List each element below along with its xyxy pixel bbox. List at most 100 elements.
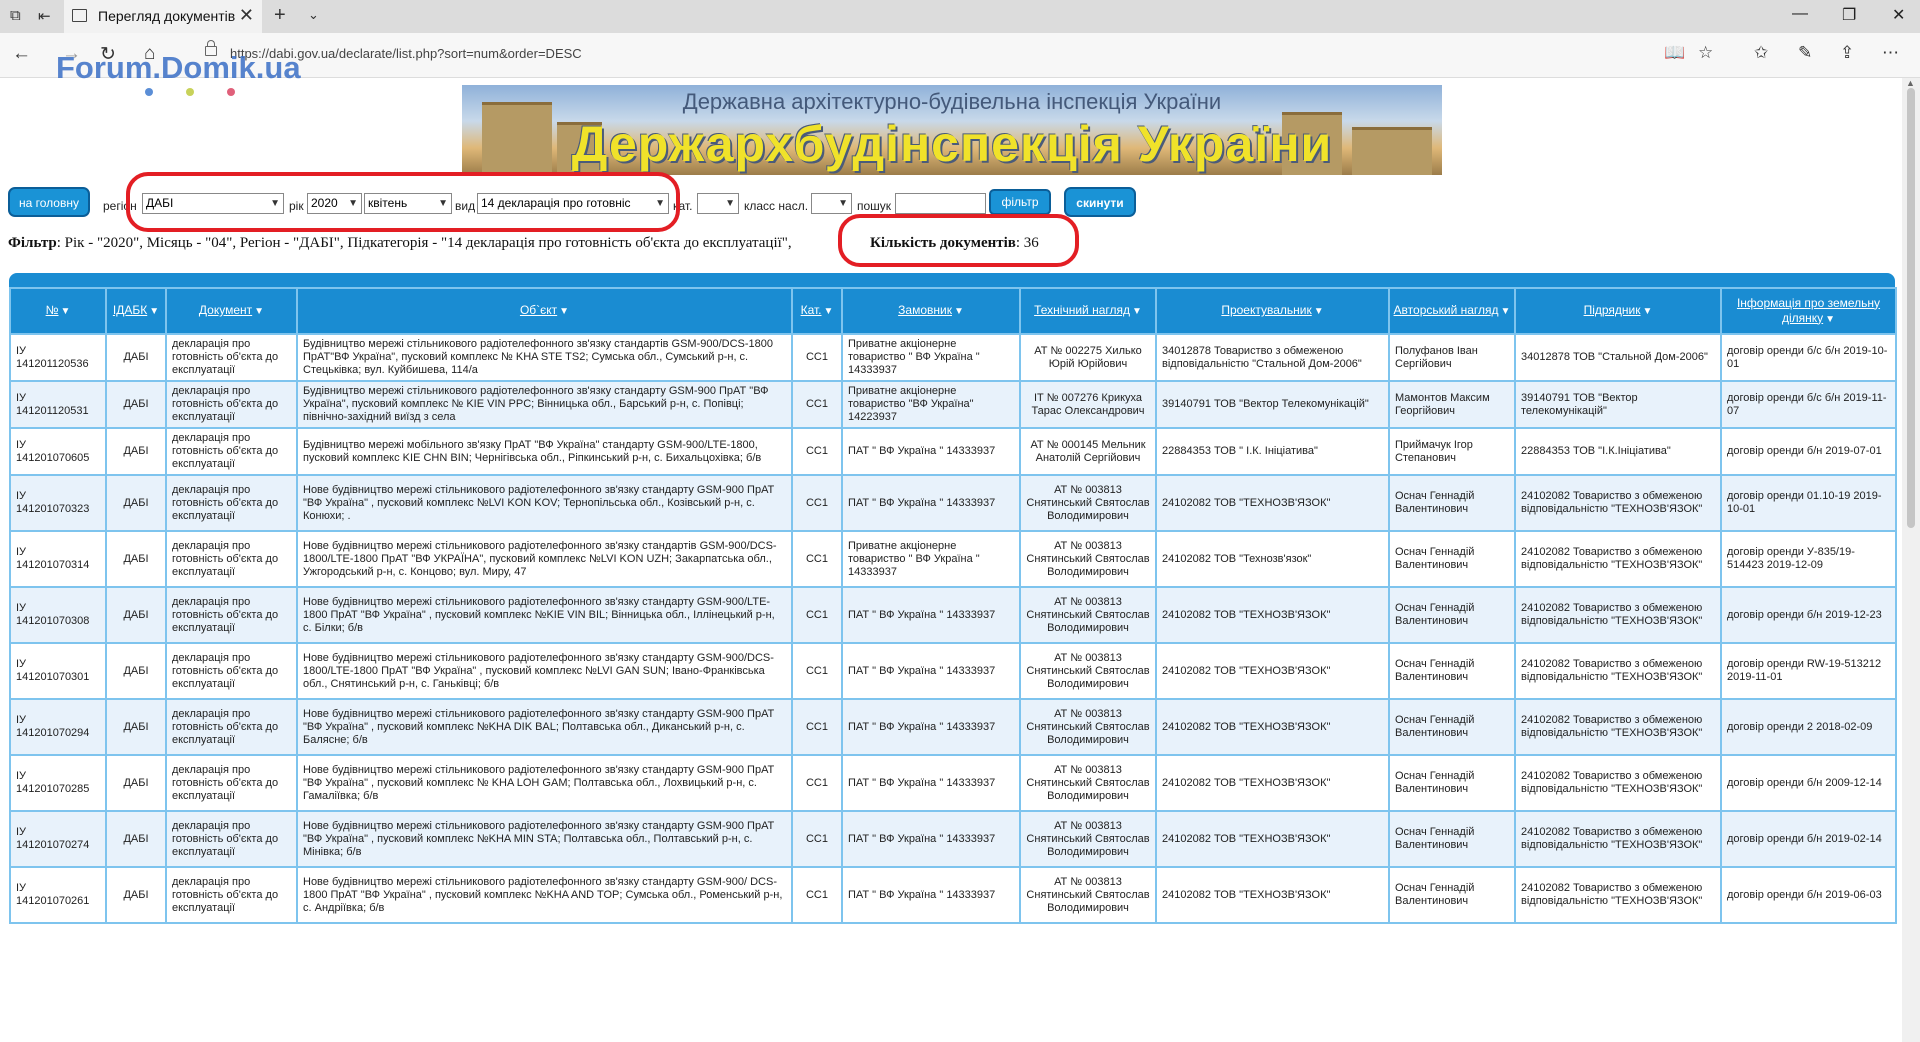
table-cell: 24102082 Товариство з обмеженою відповід… [1514,474,1722,532]
pen-icon[interactable]: ✎ [1798,43,1812,63]
reset-button[interactable]: скинути [1064,187,1136,217]
table-cell: Мамонтов Максим Георгійович [1388,380,1516,429]
sort-arrow-icon[interactable]: ▼ [1501,304,1511,319]
column-header-label[interactable]: ІДАБК [113,303,147,317]
column-header-label[interactable]: Об`єкт [520,303,557,317]
scrollbar-thumb[interactable] [1907,88,1915,528]
column-header[interactable]: Замовник ▼ [841,287,1021,335]
table-cell: декларація про готовність об'єкта до екс… [165,427,298,476]
table-cell: 24102082 Товариство з обмеженою відповід… [1514,642,1722,700]
watermark-dot [227,88,235,96]
table-row[interactable]: ІУ 141201070261 ДАБІ декларація про готовн… [9,866,1897,924]
column-header-label[interactable]: Технічний нагляд [1034,303,1130,317]
sort-arrow-icon[interactable]: ▼ [1132,304,1142,319]
table-row[interactable]: ІУ 141201070294 ДАБІ декларація про готовн… [9,698,1897,756]
tab-actions-icon[interactable]: ⧉ [10,7,21,24]
table-cell: ПАТ " ВФ Україна " 14333937 [841,866,1021,924]
scroll-up-icon[interactable]: ▲ [1906,78,1915,88]
column-header-label[interactable]: Кат. [801,303,822,317]
column-header-label[interactable]: Замовник [898,303,952,317]
table-cell: 34012878 Товариство з обмеженою відповід… [1155,333,1390,382]
minimize-icon[interactable]: — [1792,5,1808,23]
home-button[interactable]: на головну [8,187,90,217]
table-cell: АТ № 003813 Снятинський Святослав Володи… [1019,642,1157,700]
table-cell: договір оренди б/н 2019-06-03 [1720,866,1897,924]
column-header[interactable]: № ▼ [9,287,107,335]
sort-arrow-icon[interactable]: ▼ [60,304,70,319]
tab-title: Перегляд документів [98,8,236,24]
table-cell: Нове будівництво мережі стільникового ра… [296,474,793,532]
table-row[interactable]: ІУ 141201070314 ДАБІ декларація про готовн… [9,530,1897,588]
table-cell: ІУ 141201120531 [9,380,107,429]
column-header-label[interactable]: № [46,303,59,317]
favorites-list-icon[interactable]: ✩ [1754,43,1768,63]
column-header-label[interactable]: Авторський нагляд [1394,303,1499,317]
column-header[interactable]: Кат. ▼ [791,287,843,335]
back-icon[interactable]: ← [12,43,31,65]
tab-document-list[interactable]: Перегляд документів ✕ [64,0,262,33]
column-header[interactable]: ІДАБК ▼ [105,287,167,335]
table-cell: СС1 [791,530,843,588]
column-header-label[interactable]: Інформація про земельну ділянку [1737,296,1880,325]
filter-button[interactable]: фільтр [989,189,1051,215]
tab-dropdown-icon[interactable]: ⌄ [308,7,319,23]
sort-arrow-icon[interactable]: ▼ [954,304,964,319]
favorite-star-icon[interactable]: ☆ [1698,43,1713,63]
restore-icon[interactable]: ❐ [1842,5,1856,25]
close-window-icon[interactable]: ✕ [1892,5,1905,25]
table-cell: декларація про готовність об'єкта до екс… [165,754,298,812]
table-cell: договір оренди У-835/19-514423 2019-12-0… [1720,530,1897,588]
table-row[interactable]: ІУ 141201070301 ДАБІ декларація про готовн… [9,642,1897,700]
search-input[interactable] [895,193,986,214]
column-header[interactable]: Документ ▼ [165,287,298,335]
close-tab-icon[interactable]: ✕ [239,5,254,26]
more-icon[interactable]: ⋯ [1882,43,1899,63]
share-icon[interactable]: ⇪ [1840,43,1854,63]
column-header-label[interactable]: Проектувальник [1221,303,1311,317]
sort-arrow-icon[interactable]: ▼ [824,304,834,319]
table-cell: ДАБІ [105,380,167,429]
category-select[interactable]: ▼ [697,193,739,214]
set-aside-tabs-icon[interactable]: ⇤ [38,7,51,25]
sort-arrow-icon[interactable]: ▼ [1643,304,1653,319]
table-cell: СС1 [791,474,843,532]
table-cell: договір оренди 01.10-19 2019-10-01 [1720,474,1897,532]
table-cell: декларація про готовність об'єкта до екс… [165,586,298,644]
column-header[interactable]: Проектувальник ▼ [1155,287,1390,335]
reading-view-icon[interactable]: 📖 [1664,43,1685,63]
class-select[interactable]: ▼ [811,193,852,214]
table-cell: ПАТ " ВФ Україна " 14333937 [841,586,1021,644]
table-row[interactable]: ІУ 141201070274 ДАБІ декларація про готовн… [9,810,1897,868]
chevron-down-icon: ▼ [725,198,735,209]
table-cell: АТ № 003813 Снятинський Святослав Володи… [1019,866,1157,924]
column-header-label[interactable]: Підрядник [1584,303,1641,317]
table-cell: Нове будівництво мережі стільникового ра… [296,866,793,924]
table-row[interactable]: ІУ 141201070605 ДАБІ декларація про готовн… [9,427,1897,476]
page-scrollbar[interactable]: ▲ [1902,78,1920,1042]
table-row[interactable]: ІУ 141201120536 ДАБІ декларація про готовн… [9,333,1897,382]
table-cell: Нове будівництво мережі стільникового ра… [296,698,793,756]
table-row[interactable]: ІУ 141201070323 ДАБІ декларація про готовн… [9,474,1897,532]
column-header[interactable]: Об`єкт ▼ [296,287,793,335]
sort-arrow-icon[interactable]: ▼ [1314,304,1324,319]
sort-arrow-icon[interactable]: ▼ [149,304,159,319]
table-row[interactable]: ІУ 141201070308 ДАБІ декларація про готовн… [9,586,1897,644]
sort-arrow-icon[interactable]: ▼ [254,304,264,319]
column-header[interactable]: Підрядник ▼ [1514,287,1722,335]
column-header[interactable]: Інформація про земельну ділянку ▼ [1720,287,1897,335]
column-header[interactable]: Технічний нагляд ▼ [1019,287,1157,335]
sort-arrow-icon[interactable]: ▼ [1825,312,1835,327]
column-header-label[interactable]: Документ [199,303,252,317]
table-cell: СС1 [791,586,843,644]
table-cell: договір оренди б/с б/н 2019-11-07 [1720,380,1897,429]
table-row[interactable]: ІУ 141201070285 ДАБІ декларація про готовн… [9,754,1897,812]
table-cell: декларація про готовність об'єкта до екс… [165,698,298,756]
table-cell: Оснач Геннадій Валентинович [1388,586,1516,644]
new-tab-icon[interactable]: + [274,4,286,27]
table-row[interactable]: ІУ 141201120531 ДАБІ декларація про готовн… [9,380,1897,429]
column-header[interactable]: Авторський нагляд ▼ [1388,287,1516,335]
table-cell: АТ № 003813 Снятинський Святослав Володи… [1019,530,1157,588]
sort-arrow-icon[interactable]: ▼ [559,304,569,319]
table-cell: СС1 [791,810,843,868]
table-cell: Нове будівництво мережі стільникового ра… [296,754,793,812]
